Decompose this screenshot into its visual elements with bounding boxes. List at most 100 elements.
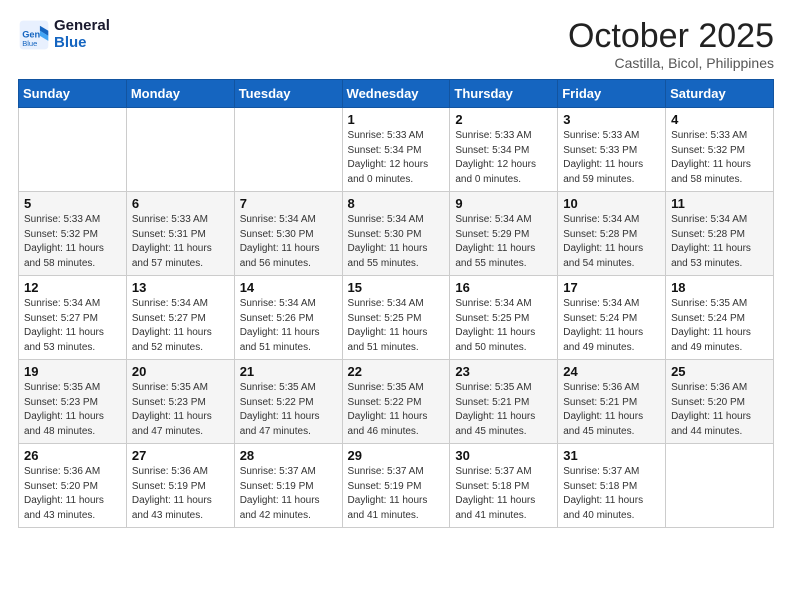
logo: Gen Blue General Blue	[18, 18, 110, 51]
logo-text: General Blue	[54, 18, 110, 51]
calendar-cell: 31 Sunrise: 5:37 AMSunset: 5:18 PMDayligh…	[558, 444, 666, 528]
day-info: Sunrise: 5:37 AMSunset: 5:18 PMDaylight:…	[563, 465, 660, 523]
day-number: 27	[132, 448, 229, 463]
day-info: Sunrise: 5:37 AMSunset: 5:19 PMDaylight:…	[348, 465, 445, 523]
day-info: Sunrise: 5:34 AMSunset: 5:26 PMDaylight:…	[240, 297, 337, 355]
weekday-header: Tuesday	[234, 80, 342, 108]
calendar-week-row: 12 Sunrise: 5:34 AMSunset: 5:27 PMDayligh…	[19, 276, 774, 360]
day-number: 19	[24, 364, 121, 379]
day-info: Sunrise: 5:34 AMSunset: 5:27 PMDaylight:…	[24, 297, 121, 355]
day-info: Sunrise: 5:33 AMSunset: 5:32 PMDaylight:…	[24, 213, 121, 271]
weekday-header: Wednesday	[342, 80, 450, 108]
calendar-week-row: 19 Sunrise: 5:35 AMSunset: 5:23 PMDayligh…	[19, 360, 774, 444]
weekday-header: Saturday	[666, 80, 774, 108]
day-number: 4	[671, 112, 768, 127]
day-number: 6	[132, 196, 229, 211]
day-info: Sunrise: 5:34 AMSunset: 5:24 PMDaylight:…	[563, 297, 660, 355]
day-info: Sunrise: 5:34 AMSunset: 5:28 PMDaylight:…	[671, 213, 768, 271]
calendar-week-row: 1 Sunrise: 5:33 AMSunset: 5:34 PMDaylight…	[19, 108, 774, 192]
day-info: Sunrise: 5:33 AMSunset: 5:34 PMDaylight:…	[348, 129, 445, 187]
calendar-cell: 28Sunrise: 5:37 AMSunset: 5:19 PMDayligh…	[234, 444, 342, 528]
calendar-cell: 29 Sunrise: 5:37 AMSunset: 5:19 PMDayligh…	[342, 444, 450, 528]
calendar-cell: 4Sunrise: 5:33 AMSunset: 5:32 PMDaylight…	[666, 108, 774, 192]
calendar-cell: 7Sunrise: 5:34 AMSunset: 5:30 PMDaylight…	[234, 192, 342, 276]
day-info: Sunrise: 5:35 AMSunset: 5:22 PMDaylight:…	[348, 381, 445, 439]
day-number: 17	[563, 280, 660, 295]
day-number: 25	[671, 364, 768, 379]
calendar-cell: 19 Sunrise: 5:35 AMSunset: 5:23 PMDayligh…	[19, 360, 127, 444]
month-title: October 2025	[568, 18, 774, 55]
day-number: 16	[455, 280, 552, 295]
svg-text:Gen: Gen	[22, 29, 40, 39]
day-info: Sunrise: 5:35 AMSunset: 5:23 PMDaylight:…	[132, 381, 229, 439]
calendar-cell: 26 Sunrise: 5:36 AMSunset: 5:20 PMDayligh…	[19, 444, 127, 528]
calendar-cell: 2 Sunrise: 5:33 AMSunset: 5:34 PMDaylight…	[450, 108, 558, 192]
calendar-week-row: 26 Sunrise: 5:36 AMSunset: 5:20 PMDayligh…	[19, 444, 774, 528]
calendar-week-row: 5 Sunrise: 5:33 AMSunset: 5:32 PMDaylight…	[19, 192, 774, 276]
day-number: 10	[563, 196, 660, 211]
location-subtitle: Castilla, Bicol, Philippines	[568, 55, 774, 71]
day-number: 21	[240, 364, 337, 379]
page: Gen Blue General Blue October 2025 Casti…	[0, 0, 792, 540]
day-info: Sunrise: 5:36 AMSunset: 5:20 PMDaylight:…	[671, 381, 768, 439]
svg-text:Blue: Blue	[22, 38, 37, 47]
day-info: Sunrise: 5:33 AMSunset: 5:33 PMDaylight:…	[563, 129, 660, 187]
day-info: Sunrise: 5:37 AMSunset: 5:18 PMDaylight:…	[455, 465, 552, 523]
calendar-cell: 1 Sunrise: 5:33 AMSunset: 5:34 PMDaylight…	[342, 108, 450, 192]
day-info: Sunrise: 5:35 AMSunset: 5:24 PMDaylight:…	[671, 297, 768, 355]
day-number: 13	[132, 280, 229, 295]
day-number: 1	[348, 112, 445, 127]
calendar-cell: 20 Sunrise: 5:35 AMSunset: 5:23 PMDayligh…	[126, 360, 234, 444]
calendar-cell: 9Sunrise: 5:34 AMSunset: 5:29 PMDaylight…	[450, 192, 558, 276]
calendar-cell: 30Sunrise: 5:37 AMSunset: 5:18 PMDayligh…	[450, 444, 558, 528]
day-number: 5	[24, 196, 121, 211]
day-info: Sunrise: 5:34 AMSunset: 5:27 PMDaylight:…	[132, 297, 229, 355]
day-number: 9	[455, 196, 552, 211]
calendar-cell	[126, 108, 234, 192]
day-number: 15	[348, 280, 445, 295]
logo-icon: Gen Blue	[18, 19, 50, 51]
day-info: Sunrise: 5:35 AMSunset: 5:21 PMDaylight:…	[455, 381, 552, 439]
day-info: Sunrise: 5:33 AMSunset: 5:34 PMDaylight:…	[455, 129, 552, 187]
day-number: 12	[24, 280, 121, 295]
calendar-cell: 24Sunrise: 5:36 AMSunset: 5:21 PMDayligh…	[558, 360, 666, 444]
day-number: 3	[563, 112, 660, 127]
weekday-header: Sunday	[19, 80, 127, 108]
day-number: 14	[240, 280, 337, 295]
calendar-cell: 23 Sunrise: 5:35 AMSunset: 5:21 PMDayligh…	[450, 360, 558, 444]
day-info: Sunrise: 5:36 AMSunset: 5:21 PMDaylight:…	[563, 381, 660, 439]
calendar-cell: 11 Sunrise: 5:34 AMSunset: 5:28 PMDayligh…	[666, 192, 774, 276]
day-info: Sunrise: 5:36 AMSunset: 5:20 PMDaylight:…	[24, 465, 121, 523]
day-number: 20	[132, 364, 229, 379]
day-info: Sunrise: 5:34 AMSunset: 5:30 PMDaylight:…	[348, 213, 445, 271]
weekday-header: Friday	[558, 80, 666, 108]
calendar-cell: 22 Sunrise: 5:35 AMSunset: 5:22 PMDayligh…	[342, 360, 450, 444]
day-number: 31	[563, 448, 660, 463]
weekday-header: Monday	[126, 80, 234, 108]
day-info: Sunrise: 5:34 AMSunset: 5:25 PMDaylight:…	[348, 297, 445, 355]
calendar-cell: 6 Sunrise: 5:33 AMSunset: 5:31 PMDaylight…	[126, 192, 234, 276]
day-info: Sunrise: 5:36 AMSunset: 5:19 PMDaylight:…	[132, 465, 229, 523]
day-info: Sunrise: 5:35 AMSunset: 5:23 PMDaylight:…	[24, 381, 121, 439]
calendar-cell	[666, 444, 774, 528]
day-info: Sunrise: 5:34 AMSunset: 5:28 PMDaylight:…	[563, 213, 660, 271]
calendar-cell: 12 Sunrise: 5:34 AMSunset: 5:27 PMDayligh…	[19, 276, 127, 360]
calendar-cell: 27 Sunrise: 5:36 AMSunset: 5:19 PMDayligh…	[126, 444, 234, 528]
day-info: Sunrise: 5:33 AMSunset: 5:31 PMDaylight:…	[132, 213, 229, 271]
day-info: Sunrise: 5:37 AMSunset: 5:19 PMDaylight:…	[240, 465, 337, 523]
day-number: 22	[348, 364, 445, 379]
calendar-cell: 8Sunrise: 5:34 AMSunset: 5:30 PMDaylight…	[342, 192, 450, 276]
calendar-cell: 18Sunrise: 5:35 AMSunset: 5:24 PMDayligh…	[666, 276, 774, 360]
day-number: 29	[348, 448, 445, 463]
calendar-cell: 10 Sunrise: 5:34 AMSunset: 5:28 PMDayligh…	[558, 192, 666, 276]
day-number: 11	[671, 196, 768, 211]
calendar-cell	[19, 108, 127, 192]
day-info: Sunrise: 5:34 AMSunset: 5:30 PMDaylight:…	[240, 213, 337, 271]
calendar-cell: 25 Sunrise: 5:36 AMSunset: 5:20 PMDayligh…	[666, 360, 774, 444]
day-number: 23	[455, 364, 552, 379]
day-number: 26	[24, 448, 121, 463]
calendar-cell: 3 Sunrise: 5:33 AMSunset: 5:33 PMDaylight…	[558, 108, 666, 192]
day-number: 2	[455, 112, 552, 127]
calendar-cell: 13 Sunrise: 5:34 AMSunset: 5:27 PMDayligh…	[126, 276, 234, 360]
calendar-cell: 21Sunrise: 5:35 AMSunset: 5:22 PMDayligh…	[234, 360, 342, 444]
